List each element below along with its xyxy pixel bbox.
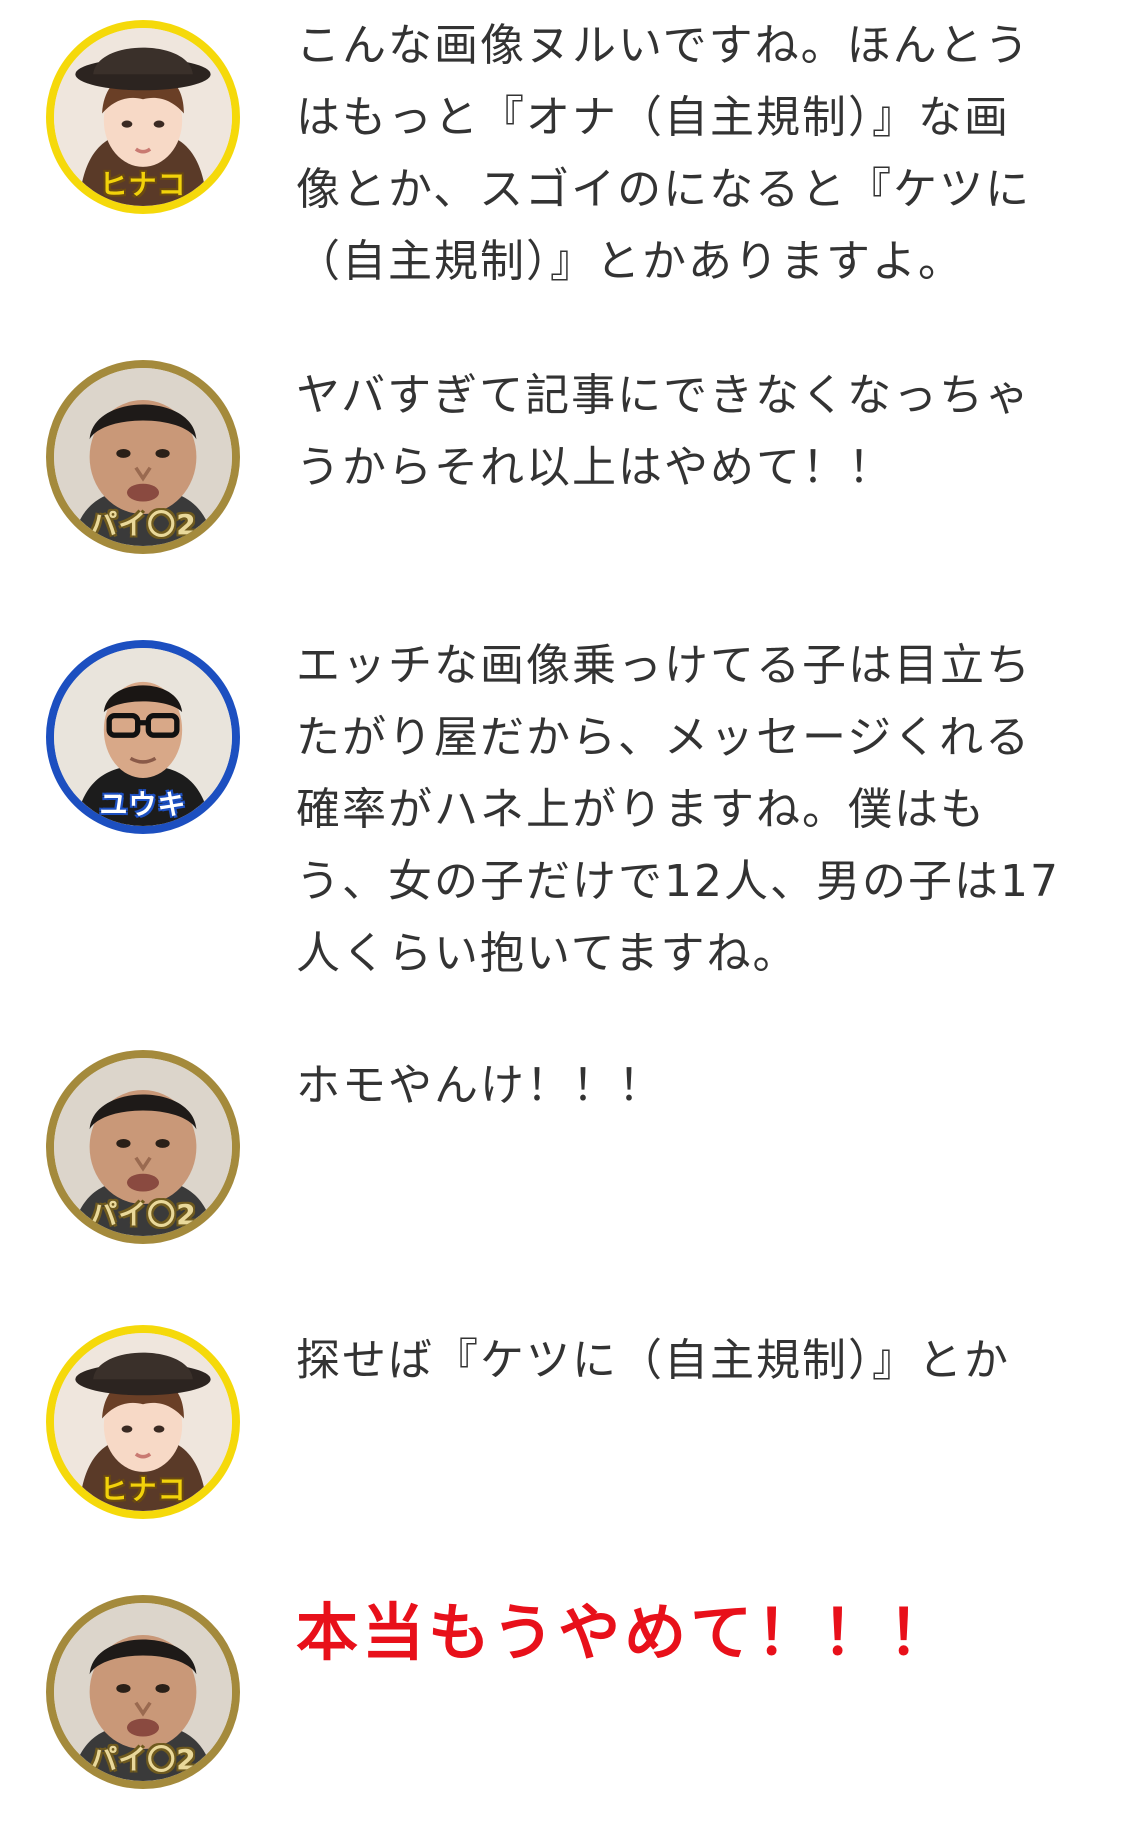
chat-thread: ヒナコ こんな画像ヌルいですね。ほんとう はもっと『オナ（自主規制）』な画 像と… [0, 0, 1125, 1833]
speaker-name: パイ〇2 [89, 1743, 197, 1776]
avatar-hinako: ヒナコ [46, 1325, 240, 1519]
message-text: 探せば『ケツに（自主規制）』とか [296, 1335, 1010, 1386]
avatar-pai02: パイ〇2 [46, 1595, 240, 1789]
message-text: エッチな画像乗っけてる子は目立ち たがり屋だから、メッセージくれる 確率がハネ上… [296, 640, 1060, 979]
avatar-yuuki: ユウキ [46, 640, 240, 834]
message-text-emphasis: 本当もうやめて！！！ [296, 1596, 955, 1669]
speaker-name: パイ〇2 [89, 1198, 197, 1231]
avatar-hinako: ヒナコ [46, 20, 240, 214]
message-text: こんな画像ヌルいですね。ほんとう はもっと『オナ（自主規制）』な画 像とか、スゴ… [296, 20, 1032, 287]
message-text: ホモやんけ！！！ [296, 1060, 664, 1111]
speaker-name: ヒナコ [99, 1473, 187, 1506]
message-text: ヤバすぎて記事にできなくなっちゃ うからそれ以上はやめて！！ [296, 370, 1032, 493]
speaker-name: ヒナコ [99, 168, 187, 201]
speaker-name: ユウキ [99, 788, 187, 821]
avatar-pai02: パイ〇2 [46, 1050, 240, 1244]
speaker-name: パイ〇2 [89, 508, 197, 541]
avatar-pai02: パイ〇2 [46, 360, 240, 554]
